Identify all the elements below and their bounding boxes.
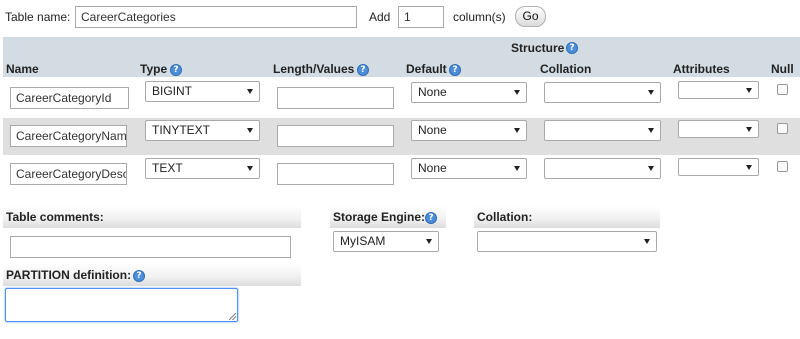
length-values-input[interactable]: [277, 87, 394, 109]
table-name-input[interactable]: CareerCategories: [75, 6, 357, 28]
table-name-label: Table name:: [5, 10, 71, 24]
help-circle-icon[interactable]: ?: [449, 64, 461, 76]
help-circle-icon[interactable]: ?: [170, 64, 182, 76]
chevron-down-icon: [746, 165, 752, 170]
partition-definition-textarea[interactable]: [5, 288, 238, 322]
help-circle-icon[interactable]: ?: [133, 270, 145, 282]
chevron-down-icon: [426, 239, 432, 244]
type-select[interactable]: TINYTEXT: [145, 120, 260, 141]
col-header-type: Type: [140, 62, 168, 76]
length-values-input[interactable]: [277, 163, 394, 185]
add-label: Add: [369, 10, 391, 24]
chevron-down-icon: [648, 128, 654, 133]
type-select[interactable]: BIGINT: [145, 81, 260, 102]
column-name-input[interactable]: CareerCategoryId: [10, 87, 129, 109]
chevron-down-icon: [746, 88, 752, 93]
attributes-select[interactable]: [678, 81, 759, 99]
column-name-input[interactable]: CareerCategoryDesc: [10, 163, 127, 185]
null-checkbox[interactable]: [777, 161, 788, 172]
type-select[interactable]: TEXT: [145, 158, 260, 179]
col-header-name: Name: [6, 62, 39, 76]
columns-label: column(s): [453, 10, 506, 24]
null-checkbox[interactable]: [777, 84, 788, 95]
resize-handle-icon[interactable]: [229, 313, 236, 320]
chevron-down-icon: [247, 166, 253, 171]
add-columns-input[interactable]: 1: [398, 6, 444, 28]
chevron-down-icon: [247, 89, 253, 94]
partition-label: PARTITION definition:: [6, 268, 132, 282]
length-values-input[interactable]: [277, 125, 394, 147]
go-button[interactable]: Go: [515, 6, 546, 27]
col-header-null: Null: [771, 62, 794, 76]
storage-engine-select[interactable]: MyISAM: [333, 231, 439, 252]
storage-engine-label: Storage Engine:: [333, 210, 426, 224]
table-collation-select[interactable]: [477, 231, 657, 252]
null-checkbox[interactable]: [777, 123, 788, 134]
attributes-select[interactable]: [678, 120, 759, 138]
collation-select[interactable]: [544, 120, 661, 141]
collation-select[interactable]: [544, 158, 661, 179]
table-comments-input[interactable]: [10, 236, 291, 258]
col-header-attributes: Attributes: [673, 62, 730, 76]
help-circle-icon[interactable]: ?: [425, 212, 437, 224]
chevron-down-icon: [648, 166, 654, 171]
structure-title: Structure: [511, 41, 565, 55]
col-header-default: Default: [406, 62, 447, 76]
col-header-collation: Collation: [540, 62, 592, 76]
chevron-down-icon: [247, 128, 253, 133]
default-select[interactable]: None: [411, 120, 527, 141]
chevron-down-icon: [514, 128, 520, 133]
chevron-down-icon: [514, 166, 520, 171]
table-comments-label: Table comments:: [6, 210, 104, 224]
chevron-down-icon: [644, 239, 650, 244]
collation-select[interactable]: [544, 82, 661, 103]
attributes-select[interactable]: [678, 158, 759, 176]
default-select[interactable]: None: [411, 158, 527, 179]
default-select[interactable]: None: [411, 82, 527, 103]
chevron-down-icon: [746, 127, 752, 132]
chevron-down-icon: [514, 90, 520, 95]
column-name-input[interactable]: CareerCategoryName: [10, 125, 127, 147]
collation-label: Collation:: [477, 210, 533, 224]
help-circle-icon[interactable]: ?: [566, 42, 578, 54]
chevron-down-icon: [648, 90, 654, 95]
help-circle-icon[interactable]: ?: [357, 64, 369, 76]
col-header-length: Length/Values: [273, 62, 355, 76]
